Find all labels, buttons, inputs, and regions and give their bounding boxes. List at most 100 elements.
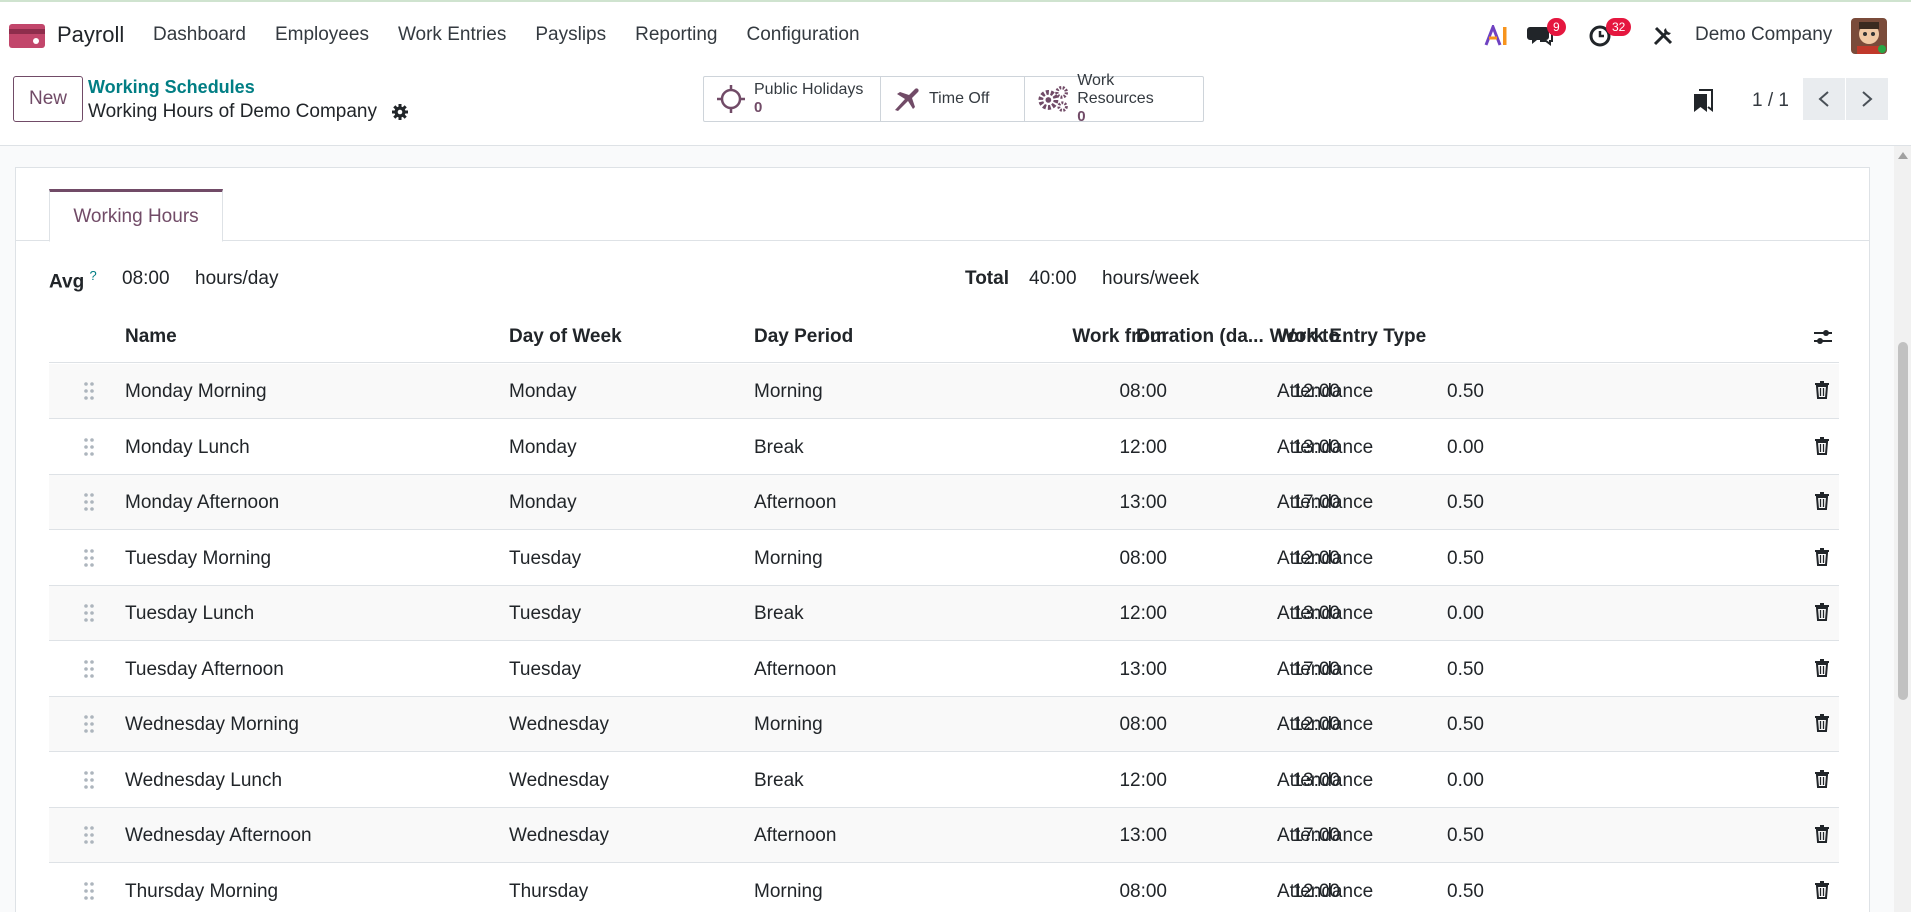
cell-work-entry-type[interactable]: Attendance xyxy=(1277,381,1373,403)
cell-duration[interactable]: 0.50 xyxy=(1447,381,1484,403)
cell-name[interactable]: Wednesday Morning xyxy=(125,714,299,736)
col-day-period[interactable]: Day Period xyxy=(754,326,853,348)
pager-previous-button[interactable] xyxy=(1803,78,1845,120)
table-row[interactable]: Wednesday Lunch Wednesday Break 12:00 13:00 0… xyxy=(49,753,1839,808)
cell-day-period[interactable]: Afternoon xyxy=(754,659,836,681)
cell-day-period[interactable]: Break xyxy=(754,437,804,459)
delete-row-icon[interactable] xyxy=(1814,825,1830,843)
col-day-of-week[interactable]: Day of Week xyxy=(509,326,622,348)
cell-name[interactable]: Monday Lunch xyxy=(125,437,250,459)
public-holidays-button[interactable]: Public Holidays 0 xyxy=(704,77,881,121)
delete-row-icon[interactable] xyxy=(1814,769,1830,788)
cell-work-from[interactable]: 12:00 xyxy=(1119,437,1167,459)
cell-day-of-week[interactable]: Wednesday xyxy=(509,825,609,847)
company-switcher[interactable]: Demo Company xyxy=(1695,24,1832,46)
app-name[interactable]: Payroll xyxy=(57,22,124,48)
cell-work-from[interactable]: 08:00 xyxy=(1119,548,1167,570)
table-row[interactable]: Wednesday Afternoon Wednesday Afternoon 13:… xyxy=(49,808,1839,863)
cell-day-of-week[interactable]: Monday xyxy=(509,492,577,514)
drag-handle-icon[interactable] xyxy=(83,603,95,623)
cell-day-of-week[interactable]: Tuesday xyxy=(509,659,581,681)
menu-reporting[interactable]: Reporting xyxy=(635,24,717,46)
delete-row-icon[interactable] xyxy=(1814,603,1830,621)
drag-handle-icon[interactable] xyxy=(83,770,95,790)
menu-configuration[interactable]: Configuration xyxy=(747,24,860,46)
cell-day-period[interactable]: Break xyxy=(754,603,804,625)
menu-payslips[interactable]: Payslips xyxy=(535,24,606,46)
messages-button[interactable]: 9 xyxy=(1527,16,1566,56)
delete-row-icon[interactable] xyxy=(1814,436,1830,455)
tab-working-hours[interactable]: Working Hours xyxy=(49,189,223,242)
cell-day-of-week[interactable]: Tuesday xyxy=(509,603,581,625)
cell-duration[interactable]: 0.00 xyxy=(1447,603,1484,625)
cell-work-from[interactable]: 13:00 xyxy=(1119,825,1167,847)
settings-tools-button[interactable] xyxy=(1652,16,1674,56)
delete-row-icon[interactable] xyxy=(1814,381,1830,399)
cell-name[interactable]: Tuesday Lunch xyxy=(125,603,254,625)
cell-duration[interactable]: 0.00 xyxy=(1447,437,1484,459)
drag-handle-icon[interactable] xyxy=(83,437,95,457)
activities-button[interactable]: 32 xyxy=(1588,16,1632,56)
cell-work-entry-type[interactable]: Attendance xyxy=(1277,659,1373,681)
table-row[interactable]: Wednesday Morning Wednesday Morning 08:00 12… xyxy=(49,697,1839,752)
cell-duration[interactable]: 0.50 xyxy=(1447,492,1484,514)
cell-day-period[interactable]: Morning xyxy=(754,548,823,570)
optional-columns-icon[interactable] xyxy=(1813,328,1833,346)
table-row[interactable]: Tuesday Afternoon Tuesday Afternoon 13:00 17… xyxy=(49,642,1839,697)
cell-day-period[interactable]: Morning xyxy=(754,881,823,903)
cell-day-of-week[interactable]: Wednesday xyxy=(509,714,609,736)
drag-handle-icon[interactable] xyxy=(83,381,95,401)
table-row[interactable]: Thursday Morning Thursday Morning 08:00 12:0… xyxy=(49,864,1839,912)
cell-work-from[interactable]: 08:00 xyxy=(1119,381,1167,403)
ai-button[interactable] xyxy=(1484,16,1510,56)
cell-work-from[interactable]: 12:00 xyxy=(1119,770,1167,792)
table-row[interactable]: Tuesday Morning Tuesday Morning 08:00 12:00 0… xyxy=(49,531,1839,586)
work-resources-button[interactable]: Work Resources 0 xyxy=(1025,72,1203,125)
cell-work-entry-type[interactable]: Attendance xyxy=(1277,714,1373,736)
cell-work-from[interactable]: 08:00 xyxy=(1119,714,1167,736)
cell-name[interactable]: Wednesday Lunch xyxy=(125,770,282,792)
time-off-button[interactable]: Time Off xyxy=(881,77,1025,121)
cell-day-period[interactable]: Break xyxy=(754,770,804,792)
menu-dashboard[interactable]: Dashboard xyxy=(153,24,246,46)
cell-day-period[interactable]: Afternoon xyxy=(754,492,836,514)
cell-work-entry-type[interactable]: Attendance xyxy=(1277,603,1373,625)
cell-work-entry-type[interactable]: Attendance xyxy=(1277,825,1373,847)
cell-name[interactable]: Tuesday Morning xyxy=(125,548,271,570)
cell-day-of-week[interactable]: Tuesday xyxy=(509,548,581,570)
delete-row-icon[interactable] xyxy=(1814,547,1830,566)
cell-day-of-week[interactable]: Wednesday xyxy=(509,770,609,792)
table-row[interactable]: Monday Morning Monday Morning 08:00 12:00 0.5… xyxy=(49,364,1839,419)
cell-day-of-week[interactable]: Monday xyxy=(509,437,577,459)
cell-day-period[interactable]: Morning xyxy=(754,381,823,403)
cell-work-entry-type[interactable]: Attendance xyxy=(1277,770,1373,792)
delete-row-icon[interactable] xyxy=(1814,492,1830,510)
pager-value[interactable]: 1 / 1 xyxy=(1752,90,1789,112)
gear-icon[interactable] xyxy=(391,103,409,121)
table-row[interactable]: Monday Lunch Monday Break 12:00 13:00 0.00 Att… xyxy=(49,420,1839,475)
table-row[interactable]: Monday Afternoon Monday Afternoon 13:00 17:0… xyxy=(49,475,1839,530)
cell-name[interactable]: Wednesday Afternoon xyxy=(125,825,312,847)
cell-work-entry-type[interactable]: Attendance xyxy=(1277,548,1373,570)
drag-handle-icon[interactable] xyxy=(83,659,95,679)
cell-duration[interactable]: 0.00 xyxy=(1447,770,1484,792)
drag-handle-icon[interactable] xyxy=(83,714,95,734)
cell-work-from[interactable]: 13:00 xyxy=(1119,659,1167,681)
delete-row-icon[interactable] xyxy=(1814,880,1830,899)
payroll-app-icon[interactable] xyxy=(9,22,45,50)
cell-name[interactable]: Monday Morning xyxy=(125,381,267,403)
drag-handle-icon[interactable] xyxy=(83,881,95,901)
drag-handle-icon[interactable] xyxy=(83,548,95,568)
menu-work-entries[interactable]: Work Entries xyxy=(398,24,506,46)
cell-work-from[interactable]: 08:00 xyxy=(1119,881,1167,903)
delete-row-icon[interactable] xyxy=(1814,658,1830,677)
cell-day-period[interactable]: Morning xyxy=(754,714,823,736)
cell-duration[interactable]: 0.50 xyxy=(1447,825,1484,847)
cell-work-entry-type[interactable]: Attendance xyxy=(1277,492,1373,514)
col-duration[interactable]: Duration (da... xyxy=(1136,326,1264,348)
cell-duration[interactable]: 0.50 xyxy=(1447,714,1484,736)
user-avatar[interactable] xyxy=(1851,18,1887,54)
cell-day-of-week[interactable]: Monday xyxy=(509,381,577,403)
breadcrumb-parent[interactable]: Working Schedules xyxy=(88,77,255,98)
new-button[interactable]: New xyxy=(13,76,83,122)
